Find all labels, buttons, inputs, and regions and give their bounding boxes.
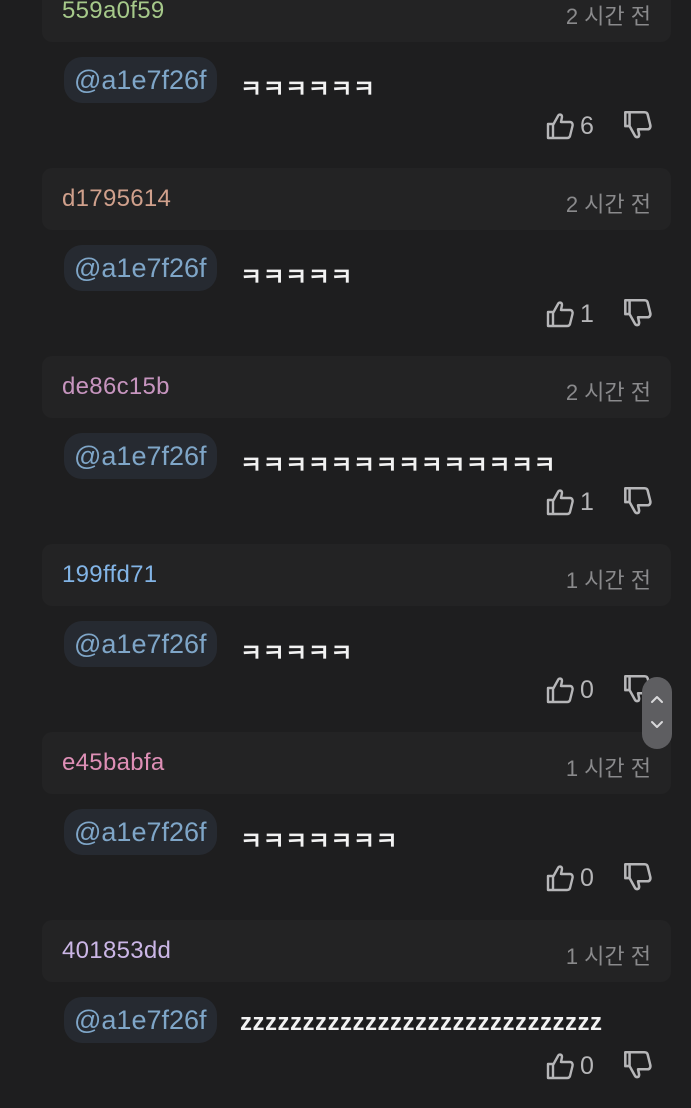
comment-author[interactable]: de86c15b: [62, 373, 170, 401]
thumbs-up-icon[interactable]: [544, 862, 576, 894]
comment-author[interactable]: e45babfa: [62, 749, 165, 777]
comment-item: de86c15b 2 시간 전 @a1e7f26f ㅋㅋㅋㅋㅋㅋㅋㅋㅋㅋㅋㅋㅋㅋ…: [0, 356, 691, 544]
comment-header: 401853dd 1 시간 전: [42, 920, 671, 982]
comment-header: de86c15b 2 시간 전: [42, 356, 671, 418]
comment-header: d1795614 2 시간 전: [42, 168, 671, 230]
comment-item: e45babfa 1 시간 전 @a1e7f26f ㅋㅋㅋㅋㅋㅋㅋ 0: [0, 732, 691, 920]
comment-time: 1 시간 전: [565, 944, 651, 969]
comment-text: ㅋㅋㅋㅋㅋ: [240, 264, 353, 291]
thumbs-up-icon[interactable]: [544, 486, 576, 518]
like-count: 0: [580, 676, 594, 704]
thumbs-up-icon[interactable]: [544, 1050, 576, 1082]
comment-text: ㅋㅋㅋㅋㅋㅋ: [240, 76, 376, 103]
mention-tag[interactable]: @a1e7f26f: [64, 433, 217, 479]
comment-author[interactable]: 199ffd71: [62, 561, 157, 589]
mention-tag[interactable]: @a1e7f26f: [64, 997, 217, 1043]
thumbs-down-icon[interactable]: [620, 860, 654, 894]
comment-item: 401853dd 1 시간 전 @a1e7f26f zzzzzzzzzzzzzz…: [0, 920, 691, 1108]
comment-header: e45babfa 1 시간 전: [42, 732, 671, 794]
comment-time: 2 시간 전: [565, 380, 651, 405]
comment-header: 199ffd71 1 시간 전: [42, 544, 671, 606]
chevron-up-icon[interactable]: [649, 691, 665, 707]
thumbs-down-icon[interactable]: [620, 484, 654, 518]
like-count: 1: [580, 300, 594, 328]
mention-tag[interactable]: @a1e7f26f: [64, 621, 217, 667]
comment-item: 199ffd71 1 시간 전 @a1e7f26f ㅋㅋㅋㅋㅋ 0: [0, 544, 691, 732]
comment-author[interactable]: d1795614: [62, 185, 171, 213]
comment-item: d1795614 2 시간 전 @a1e7f26f ㅋㅋㅋㅋㅋ 1: [0, 168, 691, 356]
comment-time: 2 시간 전: [565, 192, 651, 217]
thumbs-down-icon[interactable]: [620, 296, 654, 330]
comment-time: 2 시간 전: [565, 4, 651, 29]
like-count: 1: [580, 488, 594, 516]
comment-text: zzzzzzzzzzzzzzzzzzzzzzzzzzzzz: [240, 1009, 603, 1036]
mention-tag[interactable]: @a1e7f26f: [64, 245, 217, 291]
comment-time: 1 시간 전: [565, 568, 651, 593]
comment-author[interactable]: 559a0f59: [62, 0, 165, 25]
like-count: 0: [580, 1052, 594, 1080]
comment-author[interactable]: 401853dd: [62, 937, 171, 965]
thumbs-up-icon[interactable]: [544, 110, 576, 142]
thumbs-down-icon[interactable]: [620, 1048, 654, 1082]
comment-text: ㅋㅋㅋㅋㅋㅋㅋㅋㅋㅋㅋㅋㅋㅋ: [240, 452, 557, 479]
comment-text: ㅋㅋㅋㅋㅋ: [240, 640, 353, 667]
comment-item: 559a0f59 2 시간 전 @a1e7f26f ㅋㅋㅋㅋㅋㅋ 6: [0, 0, 691, 168]
like-count: 0: [580, 864, 594, 892]
scroll-control[interactable]: [642, 677, 672, 749]
chevron-down-icon[interactable]: [649, 717, 665, 733]
mention-tag[interactable]: @a1e7f26f: [64, 809, 217, 855]
thumbs-up-icon[interactable]: [544, 298, 576, 330]
like-count: 6: [580, 112, 594, 140]
mention-tag[interactable]: @a1e7f26f: [64, 57, 217, 103]
comment-time: 1 시간 전: [565, 756, 651, 781]
comment-text: ㅋㅋㅋㅋㅋㅋㅋ: [240, 828, 399, 855]
thumbs-down-icon[interactable]: [620, 108, 654, 142]
comment-header: 559a0f59 2 시간 전: [42, 0, 671, 42]
thumbs-up-icon[interactable]: [544, 674, 576, 706]
